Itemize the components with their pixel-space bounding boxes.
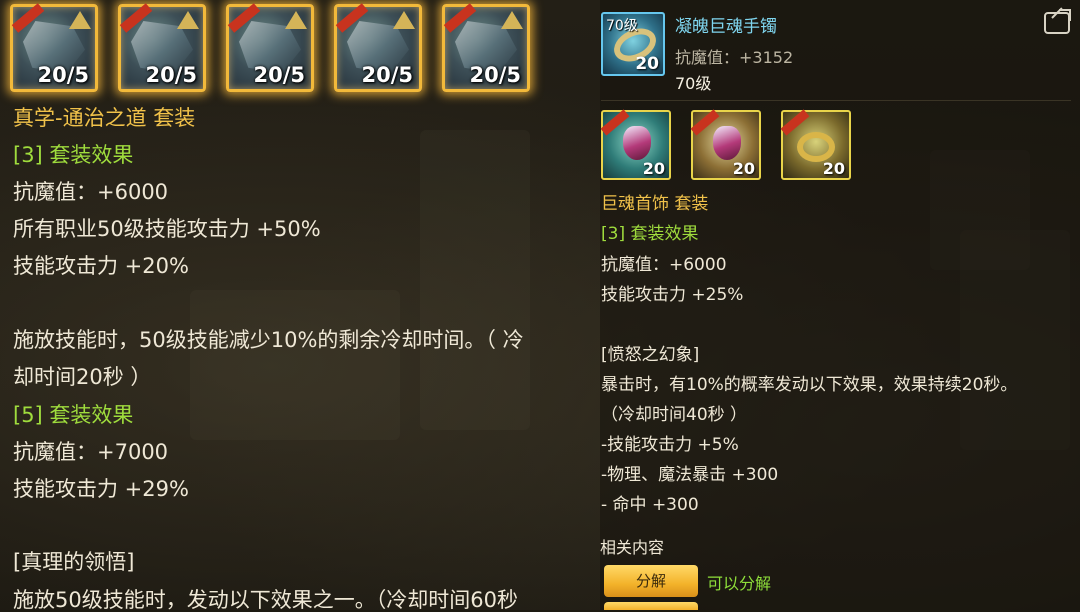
set-effect-5-header: [5] 套装效果 — [13, 403, 134, 427]
stat-line: 所有职业50级技能攻击力 +50% — [13, 217, 321, 241]
set-tooltip-panel: 20/5 20/5 20/5 20/5 20/5 真学-通治之道 套装 [3] — [0, 0, 598, 612]
effect-description: 施放技能时，50级技能减少10%的剩余冷却时间。（ 冷 — [13, 328, 524, 352]
next-action-button[interactable] — [604, 602, 698, 610]
stat-line: 技能攻击力 +20% — [13, 254, 189, 278]
stat-line: 技能攻击力 +25% — [601, 285, 744, 305]
set-name: 真学-通治之道 套装 — [13, 106, 196, 130]
set-item-slot[interactable]: 20/5 — [118, 3, 206, 92]
accessory-number: 20 — [732, 159, 755, 178]
stat-line: 技能攻击力 +29% — [13, 477, 189, 501]
effect-description: 暴击时，有10%的概率发动以下效果，效果持续20秒。 — [601, 375, 1018, 395]
item-level: 20/5 — [469, 63, 521, 87]
triangle-rank-icon — [393, 11, 415, 29]
item-level: 20/5 — [145, 63, 197, 87]
accessory-set-icons: 20 20 20 — [600, 109, 851, 180]
decompose-status: 可以分解 — [707, 574, 772, 593]
ribbon-badge — [780, 109, 810, 136]
ring-icon — [797, 132, 835, 162]
truth-header: [真理的领悟] — [13, 550, 135, 574]
stat-line: - 命中 +300 — [601, 495, 699, 515]
accessory-number: 20 — [642, 159, 665, 178]
divider — [601, 100, 1071, 101]
item-icon[interactable]: 70级 20 — [601, 12, 665, 76]
potion-icon — [713, 126, 741, 160]
accessory-number: 20 — [822, 159, 845, 178]
effect-description: 却时间20秒 ） — [13, 365, 152, 389]
item-level: 20/5 — [361, 63, 413, 87]
triangle-rank-icon — [177, 11, 199, 29]
item-level: 20/5 — [37, 63, 89, 87]
set-item-slot[interactable]: 20/5 — [10, 3, 98, 92]
triangle-rank-icon — [69, 11, 91, 29]
effect-description: 施放50级技能时，发动以下效果之一。（冷却时间60秒 — [13, 588, 518, 612]
accessory-slot[interactable]: 20 — [780, 109, 851, 180]
stat-line: 抗魔值：+6000 — [13, 180, 169, 204]
item-level: 20/5 — [253, 63, 305, 87]
stat-line: 抗魔值：+6000 — [601, 255, 727, 275]
item-number: 20 — [635, 54, 659, 74]
effect-description: （冷却时间40秒 ） — [601, 405, 748, 425]
set-item-slot[interactable]: 20/5 — [226, 3, 314, 92]
item-stat: 抗魔值：+3152 — [675, 48, 794, 67]
accessory-set-name: 巨魂首饰 套装 — [601, 194, 709, 214]
set-effect-3-header: [3] 套装效果 — [601, 224, 699, 244]
rage-header: [愤怒之幻象] — [601, 345, 700, 365]
stat-line: -物理、魔法暴击 +300 — [601, 465, 779, 485]
share-icon[interactable] — [1044, 12, 1070, 34]
accessory-slot[interactable]: 20 — [690, 109, 761, 180]
decompose-button[interactable]: 分解 — [604, 565, 698, 597]
triangle-rank-icon — [285, 11, 307, 29]
set-item-slot[interactable]: 20/5 — [442, 3, 530, 92]
set-item-icons: 20/5 20/5 20/5 20/5 20/5 — [10, 3, 530, 92]
item-name: 凝魄巨魂手镯 — [675, 17, 777, 37]
accessory-slot[interactable]: 20 — [600, 109, 671, 180]
set-item-slot[interactable]: 20/5 — [334, 3, 422, 92]
necklace-icon — [623, 126, 651, 160]
stat-line: 抗魔值：+7000 — [13, 440, 169, 464]
set-effect-3-header: [3] 套装效果 — [13, 143, 134, 167]
triangle-rank-icon — [501, 11, 523, 29]
item-level-tag: 70级 — [606, 18, 638, 34]
related-content-label: 相关内容 — [600, 538, 665, 557]
item-tooltip-panel — [600, 0, 1080, 610]
stat-line: -技能攻击力 +5% — [601, 435, 739, 455]
item-level-text: 70级 — [675, 74, 712, 93]
